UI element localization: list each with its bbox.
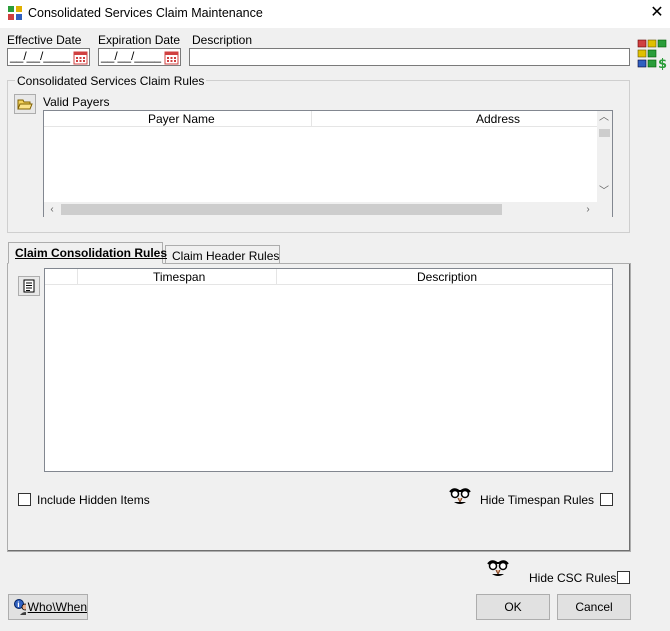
column-header-description[interactable]: Description <box>417 270 477 284</box>
csc-app-icon <box>8 6 22 20</box>
rule-details-button[interactable] <box>18 276 40 296</box>
column-divider[interactable] <box>77 269 78 284</box>
rules-group-title: Consolidated Services Claim Rules <box>15 74 207 88</box>
close-icon[interactable]: ✕ <box>646 2 668 24</box>
window-title: Consolidated Services Claim Maintenance <box>28 6 263 20</box>
column-header-timespan[interactable]: Timespan <box>153 270 205 284</box>
open-folder-icon <box>17 99 33 110</box>
column-header-payer-name[interactable]: Payer Name <box>148 112 215 126</box>
disguise-glasses-icon <box>487 560 509 576</box>
scroll-up-icon[interactable]: ︿ <box>597 111 611 125</box>
scroll-left-icon[interactable]: ‹ <box>45 203 59 217</box>
hide-csc-checkbox[interactable] <box>617 571 630 584</box>
column-divider[interactable] <box>276 269 277 284</box>
hide-csc-label: Hide CSC Rules <box>529 571 617 585</box>
tab-label: Claim Consolidation Rules <box>15 246 168 260</box>
payers-vertical-scrollbar[interactable]: ︿ ﹀ <box>597 111 612 202</box>
hide-timespan-label: Hide Timespan Rules <box>480 493 595 507</box>
ok-button[interactable]: OK <box>476 594 550 620</box>
include-hidden-checkbox[interactable] <box>18 493 31 506</box>
effective-date-value: __/__/____ <box>10 49 71 63</box>
column-header-address[interactable]: Address <box>476 112 520 126</box>
who-when-label: Who\When <box>27 600 87 614</box>
svg-text:i: i <box>17 601 19 609</box>
document-list-icon <box>23 279 35 293</box>
calendar-icon[interactable] <box>164 50 180 66</box>
valid-payers-list[interactable]: Payer Name Address ︿ ﹀ ‹ › <box>43 110 613 217</box>
scroll-down-icon[interactable]: ﹀ <box>597 185 611 199</box>
valid-payers-label: Valid Payers <box>43 95 110 109</box>
tab-label: Claim Header Rules <box>172 249 280 263</box>
scroll-corner <box>597 202 612 217</box>
column-divider[interactable] <box>311 111 312 126</box>
description-label: Description <box>192 33 253 47</box>
ok-label: OK <box>504 600 522 614</box>
user-info-icon: i <box>14 599 26 615</box>
scroll-thumb[interactable] <box>599 129 610 137</box>
svg-text:$: $ <box>658 57 667 70</box>
disguise-glasses-icon <box>449 488 471 504</box>
description-input[interactable] <box>189 48 630 66</box>
who-when-button[interactable]: i Who\When <box>8 594 88 620</box>
scroll-right-icon[interactable]: › <box>581 203 595 217</box>
effective-date-label: Effective Date <box>7 33 82 47</box>
tab-claim-header-rules[interactable]: Claim Header Rules <box>165 245 280 263</box>
tab-claim-consolidation-rules[interactable]: Claim Consolidation Rules <box>8 242 167 264</box>
consolidation-header-row: Timespan Description <box>45 269 612 285</box>
calendar-icon[interactable] <box>73 50 89 66</box>
hide-timespan-checkbox[interactable] <box>600 493 613 506</box>
cancel-label: Cancel <box>575 600 613 614</box>
include-hidden-label: Include Hidden Items <box>37 493 150 507</box>
cancel-button[interactable]: Cancel <box>557 594 631 620</box>
open-folder-button[interactable] <box>14 94 36 114</box>
payers-horizontal-scrollbar[interactable]: ‹ › <box>44 202 597 217</box>
consolidation-rules-list[interactable]: Timespan Description <box>44 268 613 472</box>
scroll-thumb[interactable] <box>61 204 502 215</box>
expiration-date-value: __/__/____ <box>101 49 162 63</box>
payers-header-row: Payer Name Address <box>44 111 597 127</box>
rules-list-icon[interactable]: $ <box>636 38 668 70</box>
expiration-date-label: Expiration Date <box>98 33 181 47</box>
